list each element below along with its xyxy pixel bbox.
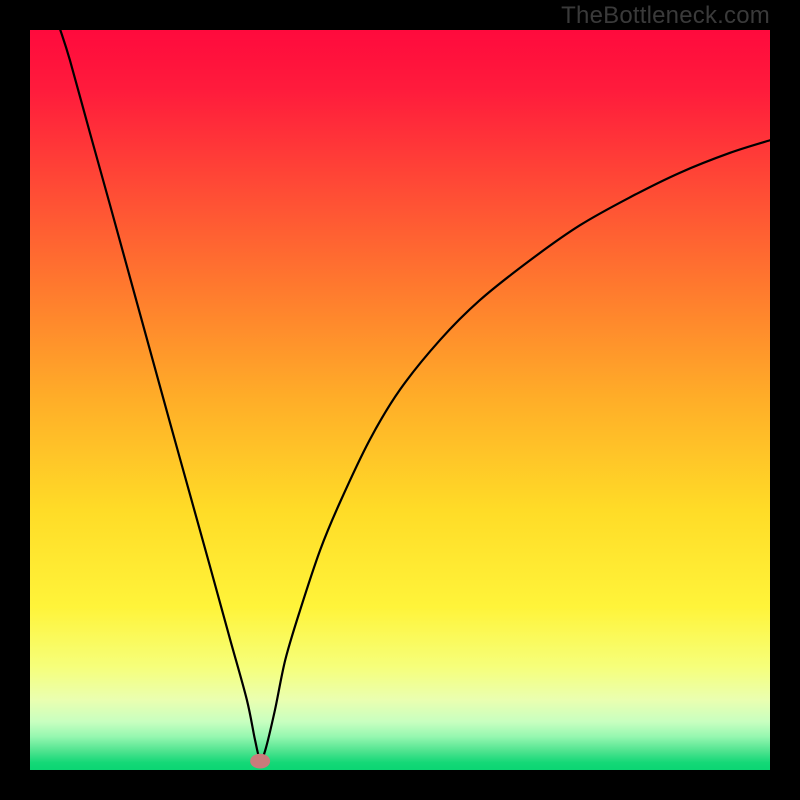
watermark-text: TheBottleneck.com <box>561 2 770 30</box>
minimum-marker <box>250 754 270 769</box>
bottleneck-chart <box>30 30 770 770</box>
chart-frame: TheBottleneck.com <box>0 0 800 800</box>
gradient-background <box>30 30 770 770</box>
